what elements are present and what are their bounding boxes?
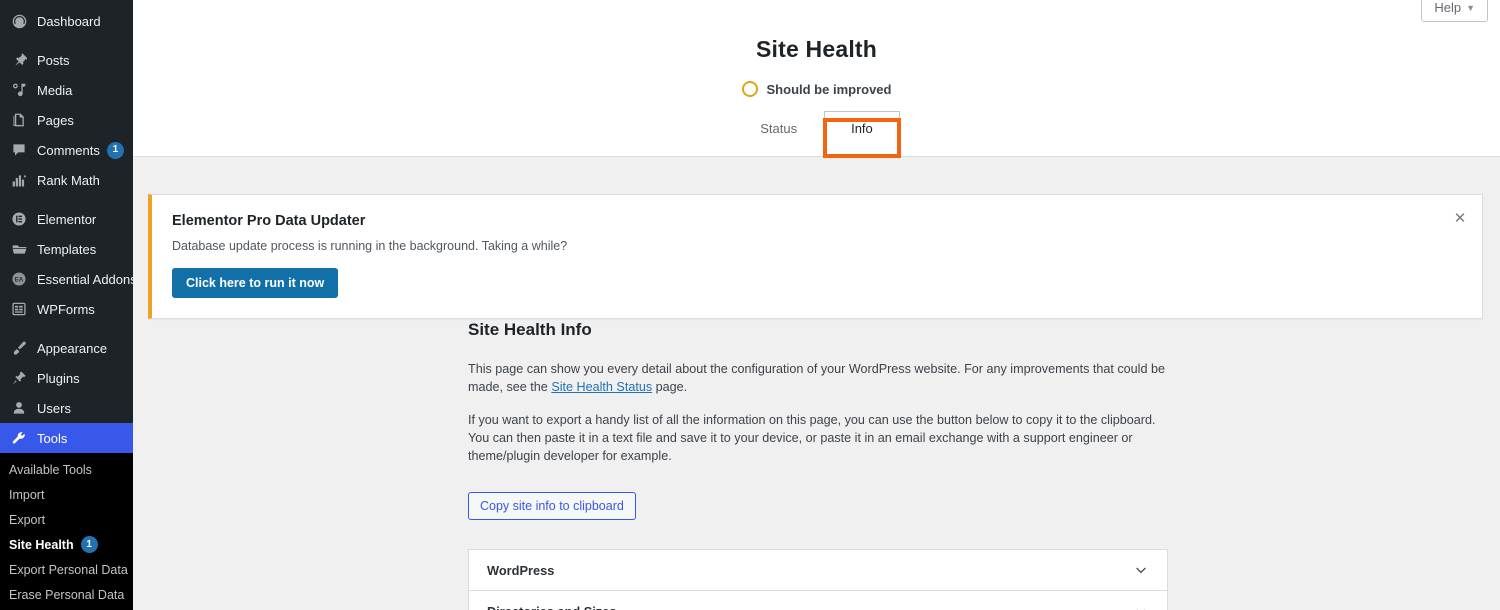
sidebar-item-essential-addons[interactable]: EA Essential Addons: [0, 264, 133, 294]
user-icon: [9, 398, 29, 418]
sidebar-item-tools[interactable]: Tools: [0, 423, 133, 453]
plug-icon: [9, 368, 29, 388]
site-health-tabs: Status Info: [133, 111, 1500, 145]
rank-math-icon: [9, 170, 29, 190]
site-health-accordion: WordPress Directories and Sizes: [468, 549, 1168, 610]
comment-icon: [9, 140, 29, 160]
page-title: Site Health: [755, 36, 878, 62]
info-paragraph-2: If you want to export a handy list of al…: [468, 412, 1156, 464]
tab-label: Status: [760, 121, 798, 136]
wordpress-admin-screen: Dashboard Posts Media Pages Comments 1 R…: [0, 0, 1500, 610]
submenu-item-export-personal-data[interactable]: Export Personal Data: [0, 557, 133, 582]
sidebar-item-dashboard[interactable]: Dashboard: [0, 6, 133, 36]
run-updater-button[interactable]: Click here to run it now: [172, 268, 339, 298]
admin-sidebar: Dashboard Posts Media Pages Comments 1 R…: [0, 0, 133, 610]
sidebar-item-users[interactable]: Users: [0, 393, 133, 423]
sidebar-item-elementor[interactable]: Elementor: [0, 204, 133, 234]
accordion-label: Directories and Sizes: [487, 604, 616, 610]
chevron-down-icon[interactable]: [1133, 562, 1149, 578]
sidebar-item-label: Plugins: [37, 370, 80, 386]
pages-icon: [9, 110, 29, 130]
info-paragraph-1: This page can show you every detail abou…: [468, 360, 1168, 397]
comments-count-badge: 1: [106, 141, 124, 159]
submenu-item-label: Available Tools: [9, 462, 92, 477]
sidebar-item-label: WPForms: [37, 301, 95, 317]
submenu-item-label: Import: [9, 487, 45, 502]
sidebar-item-label: Comments: [37, 142, 100, 158]
main-content: Help ▼ Site Health Should be improved St…: [133, 0, 1500, 610]
tab-info[interactable]: Info: [824, 111, 900, 145]
info-p1-after: page.: [652, 380, 688, 395]
site-health-count-badge: 1: [80, 536, 98, 553]
site-health-status-link[interactable]: Site Health Status: [551, 380, 652, 394]
site-health-header: Help ▼ Site Health Should be improved St…: [133, 0, 1500, 158]
help-button-label: Help: [1434, 0, 1462, 15]
folder-icon: [9, 239, 29, 259]
sidebar-item-label: Dashboard: [37, 13, 101, 29]
health-status-indicator: Should be improved: [133, 81, 1500, 97]
copy-site-info-button[interactable]: Copy site info to clipboard: [468, 492, 636, 521]
submenu-item-label: Export: [9, 512, 46, 527]
chevron-down-icon[interactable]: [1133, 604, 1149, 610]
sidebar-item-posts[interactable]: Posts: [0, 45, 133, 75]
brush-icon: [9, 338, 29, 358]
submenu-item-label: Erase Personal Data: [9, 587, 125, 602]
dashboard-icon: [9, 11, 29, 31]
sidebar-item-label: Rank Math: [37, 172, 100, 188]
submenu-item-site-health[interactable]: Site Health 1: [0, 532, 133, 557]
elementor-icon: [9, 209, 29, 229]
accordion-section-directories-and-sizes[interactable]: Directories and Sizes: [469, 591, 1167, 610]
sidebar-item-plugins[interactable]: Plugins: [0, 363, 133, 393]
submenu-item-import[interactable]: Import: [0, 482, 133, 507]
accordion-section-wordpress[interactable]: WordPress: [469, 550, 1167, 592]
status-label: Should be improved: [766, 81, 892, 97]
sidebar-item-templates[interactable]: Templates: [0, 234, 133, 264]
sidebar-item-label: Posts: [37, 52, 70, 68]
content-area: Elementor Pro Data Updater Database upda…: [133, 157, 1500, 610]
tab-label: Info: [851, 121, 873, 136]
sidebar-item-media[interactable]: Media: [0, 75, 133, 105]
status-ring-icon: [741, 81, 758, 97]
sidebar-item-label: Essential Addons: [37, 271, 133, 287]
svg-text:EA: EA: [15, 277, 24, 284]
sidebar-item-label: Media: [37, 82, 73, 98]
sidebar-item-label: Users: [37, 400, 71, 416]
sidebar-item-label: Templates: [37, 241, 97, 257]
close-icon[interactable]: ✕: [1450, 208, 1470, 228]
sidebar-item-label: Elementor: [37, 211, 97, 227]
submenu-item-available-tools[interactable]: Available Tools: [0, 457, 133, 482]
submenu-item-label: Export Personal Data: [9, 562, 128, 577]
notice-message: Database update process is running in th…: [172, 239, 568, 253]
help-button[interactable]: Help ▼: [1421, 0, 1488, 22]
sidebar-item-label: Appearance: [37, 340, 108, 356]
sidebar-item-label: Pages: [37, 112, 74, 128]
site-health-info-section: Site Health Info This page can show you …: [468, 320, 1168, 610]
sidebar-item-comments[interactable]: Comments 1: [0, 135, 133, 165]
notice-title: Elementor Pro Data Updater: [172, 213, 366, 229]
sidebar-item-appearance[interactable]: Appearance: [0, 333, 133, 363]
sidebar-divider: [0, 195, 133, 204]
sidebar-item-pages[interactable]: Pages: [0, 105, 133, 135]
submenu-item-export[interactable]: Export: [0, 507, 133, 532]
info-heading: Site Health Info: [468, 320, 592, 339]
tools-submenu: Available Tools Import Export Site Healt…: [0, 453, 133, 610]
sidebar-item-label: Tools: [37, 430, 68, 446]
tab-status[interactable]: Status: [733, 111, 824, 145]
wpforms-icon: [9, 299, 29, 319]
wrench-icon: [9, 428, 29, 448]
essential-addons-icon: EA: [9, 269, 29, 289]
submenu-item-erase-personal-data[interactable]: Erase Personal Data: [0, 582, 133, 607]
sidebar-item-wpforms[interactable]: WPForms: [0, 294, 133, 324]
media-icon: [9, 80, 29, 100]
sidebar-divider: [0, 324, 133, 333]
elementor-pro-notice: Elementor Pro Data Updater Database upda…: [148, 194, 1483, 319]
chevron-down-icon: ▼: [1466, 2, 1475, 13]
accordion-label: WordPress: [487, 562, 555, 578]
submenu-item-label: Site Health: [9, 537, 74, 552]
sidebar-item-rank-math[interactable]: Rank Math: [0, 165, 133, 195]
pin-icon: [9, 50, 29, 70]
sidebar-divider: [0, 36, 133, 45]
